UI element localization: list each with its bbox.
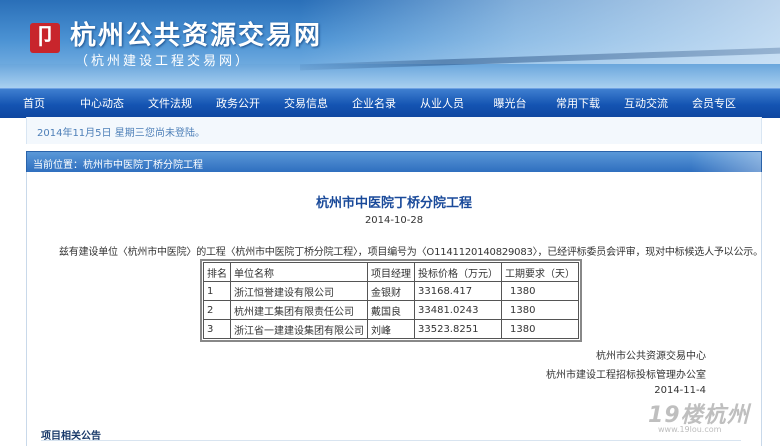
- table-row: 1 浙江恒誉建设有限公司 金银财 33168.417 1380: [203, 281, 579, 301]
- article-body: 兹有建设单位〈杭州市中医院〉的工程〈杭州市中医院丁桥分院工程〉，项目编号为〈O1…: [59, 247, 763, 258]
- nav-item-regulations[interactable]: 文件法规: [136, 89, 204, 118]
- cell-rank: 1: [203, 281, 231, 301]
- nav-item-members[interactable]: 会员专区: [680, 89, 748, 118]
- current-date: 2014年11月5日 星期三: [37, 128, 145, 139]
- nav-item-personnel[interactable]: 从业人员: [408, 89, 476, 118]
- table-row: 2 杭州建工集团有限责任公司 戴国良 33481.0243 1380: [203, 300, 579, 320]
- cell-duration: 1380: [501, 281, 579, 301]
- nav-item-home[interactable]: 首页: [0, 89, 68, 118]
- site-logo[interactable]: 卩: [30, 23, 60, 53]
- nav-item-enterprises[interactable]: 企业名录: [340, 89, 408, 118]
- cell-price: 33168.417: [414, 281, 502, 301]
- cell-price: 33481.0243: [414, 300, 502, 320]
- nav-item-exposure[interactable]: 曝光台: [476, 89, 544, 118]
- location-bar-decoration: [691, 152, 761, 172]
- article-date: 2014-10-28: [364, 215, 424, 226]
- nav-item-news[interactable]: 中心动态: [68, 89, 136, 118]
- col-company-header: 单位名称: [230, 262, 368, 282]
- info-bar: 2014年11月5日 星期三 您尚未登陆。: [26, 117, 762, 144]
- login-status[interactable]: 您尚未登陆。: [145, 124, 205, 139]
- cell-duration: 1380: [501, 300, 579, 320]
- site-subtitle: （杭州建设工程交易网）: [75, 54, 252, 69]
- signature-org-1: 杭州市公共资源交易中心: [596, 351, 706, 362]
- col-rank-header: 排名: [203, 262, 231, 282]
- col-price-header: 投标价格（万元）: [414, 262, 502, 282]
- cell-price: 33523.8251: [414, 319, 502, 339]
- nav-item-government[interactable]: 政务公开: [204, 89, 272, 118]
- nav-item-downloads[interactable]: 常用下载: [544, 89, 612, 118]
- col-manager-header: 项目经理: [367, 262, 415, 282]
- cell-manager: 刘峰: [367, 319, 415, 339]
- cell-company: 浙江省一建建设集团有限公司: [230, 319, 368, 339]
- cell-company: 杭州建工集团有限责任公司: [230, 300, 368, 320]
- signature-date: 2014-11-4: [654, 385, 706, 396]
- cell-rank: 3: [203, 319, 231, 339]
- candidate-table: 排名 单位名称 项目经理 投标价格（万元） 工期要求（天） 1 浙江恒誉建设有限…: [200, 259, 582, 342]
- site-title[interactable]: 杭州公共资源交易网: [70, 15, 322, 52]
- cell-rank: 2: [203, 300, 231, 320]
- main-nav: 首页 中心动态 文件法规 政务公开 交易信息 企业名录 从业人员 曝光台 常用下…: [0, 88, 780, 118]
- related-divider: [41, 440, 741, 441]
- table-row: 3 浙江省一建建设集团有限公司 刘峰 33523.8251 1380: [203, 319, 579, 339]
- nav-item-interaction[interactable]: 互动交流: [612, 89, 680, 118]
- watermark-url: www.19lou.com: [658, 425, 722, 434]
- cell-manager: 金银财: [367, 281, 415, 301]
- header-banner: 卩 杭州公共资源交易网 （杭州建设工程交易网）: [0, 0, 780, 88]
- watermark: 19楼杭州 www.19lou.com: [648, 397, 750, 434]
- cell-duration: 1380: [501, 319, 579, 339]
- article-title: 杭州市中医院丁桥分院工程: [315, 196, 472, 211]
- breadcrumb: 当前位置：杭州市中医院丁桥分院工程: [33, 160, 203, 171]
- col-duration-header: 工期要求（天）: [501, 262, 579, 282]
- cell-company: 浙江恒誉建设有限公司: [230, 281, 368, 301]
- table-header-row: 排名 单位名称 项目经理 投标价格（万元） 工期要求（天）: [203, 262, 579, 282]
- nav-item-trading-info[interactable]: 交易信息: [272, 89, 340, 118]
- location-bar: 当前位置：杭州市中医院丁桥分院工程: [26, 151, 762, 173]
- cell-manager: 戴国良: [367, 300, 415, 320]
- signature-org-2: 杭州市建设工程招标投标管理办公室: [546, 370, 706, 381]
